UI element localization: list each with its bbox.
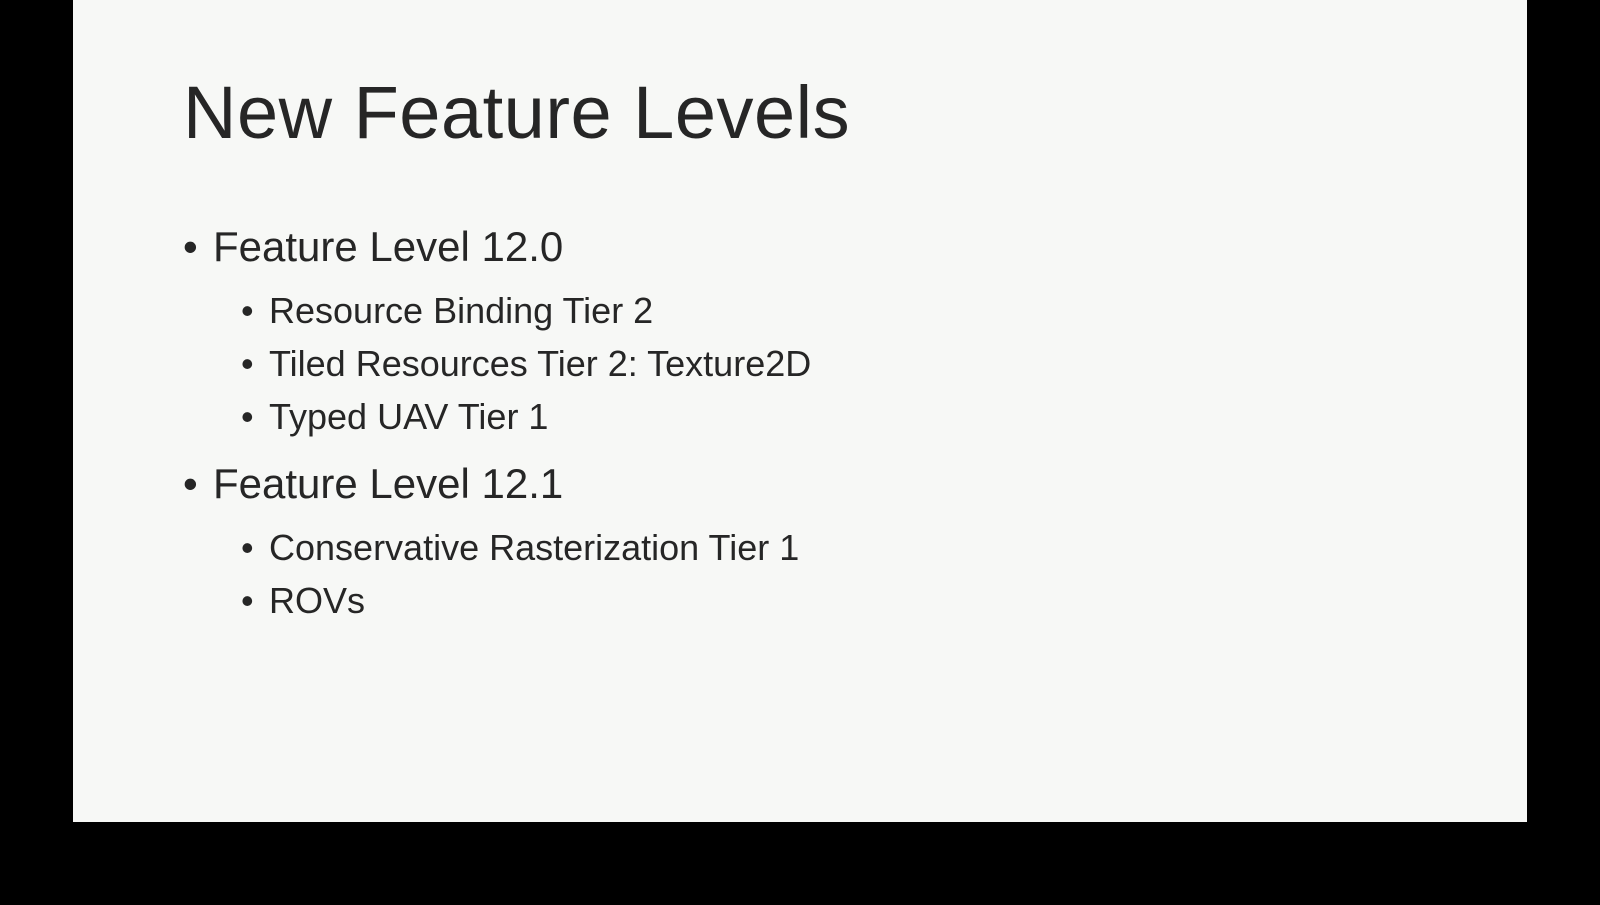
bullet-text: Feature Level 12.1 (213, 460, 563, 507)
sub-bullet-text: Conservative Rasterization Tier 1 (269, 527, 799, 568)
presentation-slide: New Feature Levels Feature Level 12.0 Re… (73, 0, 1527, 822)
list-item: Typed UAV Tier 1 (241, 394, 1417, 441)
list-item: Resource Binding Tier 2 (241, 288, 1417, 335)
slide-title: New Feature Levels (183, 70, 1417, 155)
sub-bullet-text: Resource Binding Tier 2 (269, 290, 653, 331)
list-item: Tiled Resources Tier 2: Texture2D (241, 341, 1417, 388)
list-item: Feature Level 12.1 Conservative Rasteriz… (183, 452, 1417, 625)
list-item: ROVs (241, 578, 1417, 625)
bullet-text: Feature Level 12.0 (213, 223, 563, 270)
sub-bullet-text: Typed UAV Tier 1 (269, 396, 548, 437)
list-item: Conservative Rasterization Tier 1 (241, 525, 1417, 572)
sub-bullet-text: ROVs (269, 580, 365, 621)
list-item: Feature Level 12.0 Resource Binding Tier… (183, 215, 1417, 440)
sub-bullet-text: Tiled Resources Tier 2: Texture2D (269, 343, 811, 384)
bullet-list: Feature Level 12.0 Resource Binding Tier… (183, 215, 1417, 625)
sub-bullet-list: Resource Binding Tier 2 Tiled Resources … (241, 288, 1417, 440)
sub-bullet-list: Conservative Rasterization Tier 1 ROVs (241, 525, 1417, 625)
